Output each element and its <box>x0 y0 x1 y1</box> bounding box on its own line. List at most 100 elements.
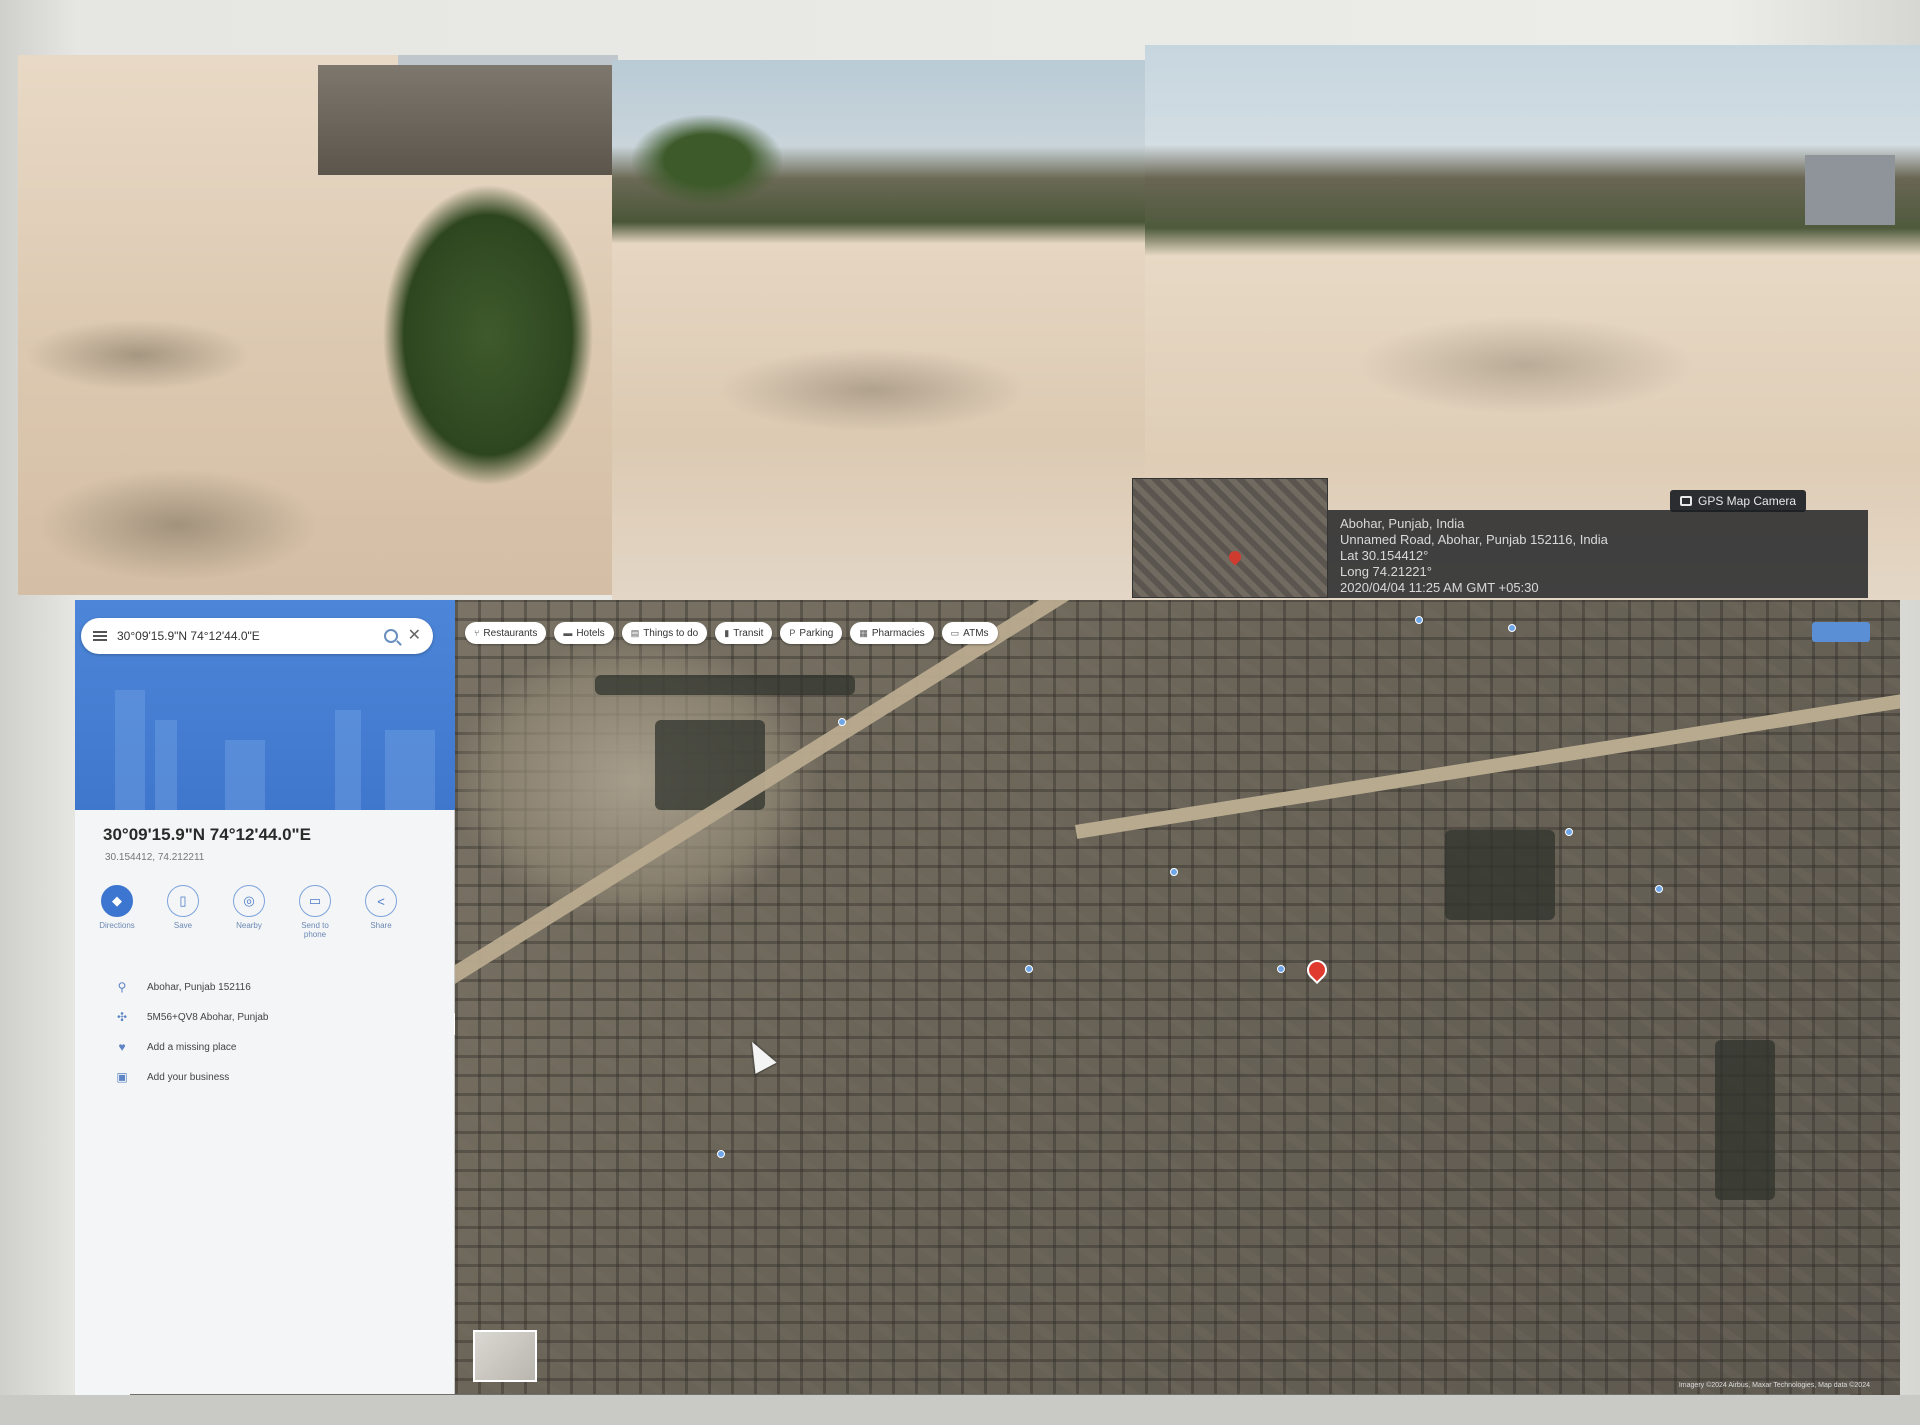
poi-marker-icon[interactable] <box>1655 885 1663 893</box>
monitor-bezel <box>0 1395 1920 1425</box>
chip-pharmacies[interactable]: ▦ Pharmacies <box>850 622 934 644</box>
share-button[interactable]: < Share <box>359 885 403 939</box>
place-side-panel: 30°09'15.9"N 74°12'44.0"E ✕ 30°09'15.9"N… <box>75 600 455 1400</box>
add-business-link[interactable]: ▣ Add your business <box>115 1070 268 1084</box>
directions-button[interactable]: ◆ Directions <box>95 885 139 939</box>
hero-building <box>155 720 177 810</box>
poi-marker-icon[interactable] <box>838 718 846 726</box>
send-to-phone-button[interactable]: ▭ Send to phone <box>293 885 337 939</box>
place-decimal-coordinates: 30.154412, 74.212211 <box>105 852 205 863</box>
save-button[interactable]: ▯ Save <box>161 885 205 939</box>
hero-building <box>335 710 361 810</box>
photo-shrubs <box>348 175 618 595</box>
site-photo-left <box>18 55 618 595</box>
info-text: 5M56+QV8 Abohar, Punjab <box>147 1011 269 1023</box>
chip-label: Restaurants <box>483 627 538 639</box>
chip-label: Pharmacies <box>871 627 925 639</box>
action-label: Nearby <box>236 921 262 930</box>
gps-stamp-mini-map <box>1132 478 1328 598</box>
menu-icon[interactable] <box>93 631 107 641</box>
camera-icon <box>1680 496 1692 506</box>
add-missing-place-link[interactable]: ♥ Add a missing place <box>115 1040 268 1054</box>
stamp-line-lat: Lat 30.154412° <box>1340 548 1429 563</box>
nearby-icon: ◎ <box>233 885 265 917</box>
action-label: Share <box>370 921 392 930</box>
search-icon[interactable] <box>383 629 398 643</box>
directions-icon: ◆ <box>101 885 133 917</box>
info-address-row[interactable]: ⚲ Abohar, Punjab 152116 <box>115 980 268 994</box>
chip-parking[interactable]: P Parking <box>780 622 843 644</box>
satellite-map[interactable]: ⑂ Restaurants ▬ Hotels ▤ Things to do ▮ Tran… <box>455 600 1900 1400</box>
action-label: Directions <box>99 921 135 930</box>
stamp-line-long: Long 74.21221° <box>1340 564 1432 579</box>
info-plus-code-row[interactable]: ✣ 5M56+QV8 Abohar, Punjab <box>115 1010 269 1024</box>
hero-building <box>225 740 265 810</box>
chip-label: Hotels <box>576 627 605 639</box>
photo-tree <box>632 115 782 205</box>
poi-marker-icon[interactable] <box>1565 828 1573 836</box>
mini-map-pin-icon <box>1226 548 1244 566</box>
poi-marker-icon[interactable] <box>1415 616 1423 624</box>
things-to-do-icon: ▤ <box>630 627 640 638</box>
map-dark-lot <box>1445 830 1555 920</box>
info-text: Add your business <box>147 1071 230 1083</box>
gps-camera-badge: GPS Map Camera <box>1670 490 1807 512</box>
chip-transit[interactable]: ▮ Transit <box>715 622 773 644</box>
place-title: 30°09'15.9"N 74°12'44.0"E <box>103 825 311 844</box>
place-actions: ◆ Directions ▯ Save ◎ Nearby ▭ Send to p… <box>95 885 403 939</box>
chip-label: Things to do <box>643 627 699 639</box>
pharmacy-icon: ▦ <box>859 627 868 638</box>
poi-marker-icon[interactable] <box>1025 965 1033 973</box>
poi-marker-icon[interactable] <box>1508 624 1516 632</box>
chip-hotels[interactable]: ▬ Hotels <box>554 622 614 644</box>
location-pin-icon: ⚲ <box>117 980 127 994</box>
action-label: Send to phone <box>301 921 329 939</box>
stamp-line-city: Abohar, Punjab, India <box>1340 516 1465 531</box>
atm-icon: ▭ <box>950 627 960 638</box>
layers-toggle[interactable] <box>473 1330 537 1382</box>
gps-badge-label: GPS Map Camera <box>1698 494 1797 508</box>
plus-code-icon: ✣ <box>116 1010 128 1024</box>
send-to-phone-icon: ▭ <box>299 885 331 917</box>
search-input[interactable]: 30°09'15.9"N 74°12'44.0"E <box>117 629 374 643</box>
map-road <box>1075 684 1900 839</box>
chip-label: ATMs <box>963 627 989 639</box>
dropped-pin-icon[interactable] <box>1302 955 1332 985</box>
stamp-line-address: Unnamed Road, Abohar, Punjab 152116, Ind… <box>1340 532 1608 547</box>
close-icon[interactable]: ✕ <box>408 628 421 644</box>
maps-window: 30°09'15.9"N 74°12'44.0"E ✕ 30°09'15.9"N… <box>75 600 1900 1400</box>
hotel-icon: ▬ <box>563 628 573 638</box>
hero-building <box>115 690 145 810</box>
sign-in-button[interactable] <box>1812 622 1870 642</box>
chip-atms[interactable]: ▭ ATMs <box>941 622 998 644</box>
monitor-screen: GPS Map Camera Abohar, Punjab, India Unn… <box>0 0 1920 1425</box>
panel-hero-image: 30°09'15.9"N 74°12'44.0"E ✕ <box>75 600 455 810</box>
poi-marker-icon[interactable] <box>1170 868 1178 876</box>
restaurant-icon: ⑂ <box>474 628 480 638</box>
business-icon: ▣ <box>116 1070 128 1084</box>
parking-icon: P <box>789 628 796 638</box>
chip-label: Transit <box>733 627 764 639</box>
category-chips: ⑂ Restaurants ▬ Hotels ▤ Things to do ▮ Tran… <box>465 622 998 644</box>
hero-building <box>385 730 435 810</box>
chip-things-to-do[interactable]: ▤ Things to do <box>621 622 708 644</box>
map-attribution: Imagery ©2024 Airbus, Maxar Technologies… <box>1678 1382 1870 1389</box>
site-photo-middle <box>612 60 1164 600</box>
photo-water-tower <box>1805 155 1895 225</box>
bookmark-icon: ▯ <box>167 885 199 917</box>
map-dark-field <box>1715 1040 1775 1200</box>
search-box[interactable]: 30°09'15.9"N 74°12'44.0"E ✕ <box>81 618 433 654</box>
gps-stamp-text: Abohar, Punjab, India Unnamed Road, Aboh… <box>1328 510 1868 598</box>
share-icon: < <box>365 885 397 917</box>
poi-marker-icon[interactable] <box>717 1150 725 1158</box>
transit-icon: ▮ <box>724 627 730 638</box>
map-dark-strip <box>595 675 855 695</box>
poi-marker-icon[interactable] <box>1277 965 1285 973</box>
info-text: Abohar, Punjab 152116 <box>147 981 251 993</box>
add-place-icon: ♥ <box>118 1040 126 1054</box>
chip-label: Parking <box>799 627 834 639</box>
nearby-button[interactable]: ◎ Nearby <box>227 885 271 939</box>
chip-restaurants[interactable]: ⑂ Restaurants <box>465 622 547 644</box>
photo-buildings <box>318 65 618 175</box>
stamp-line-datetime: 2020/04/04 11:25 AM GMT +05:30 <box>1340 580 1539 595</box>
